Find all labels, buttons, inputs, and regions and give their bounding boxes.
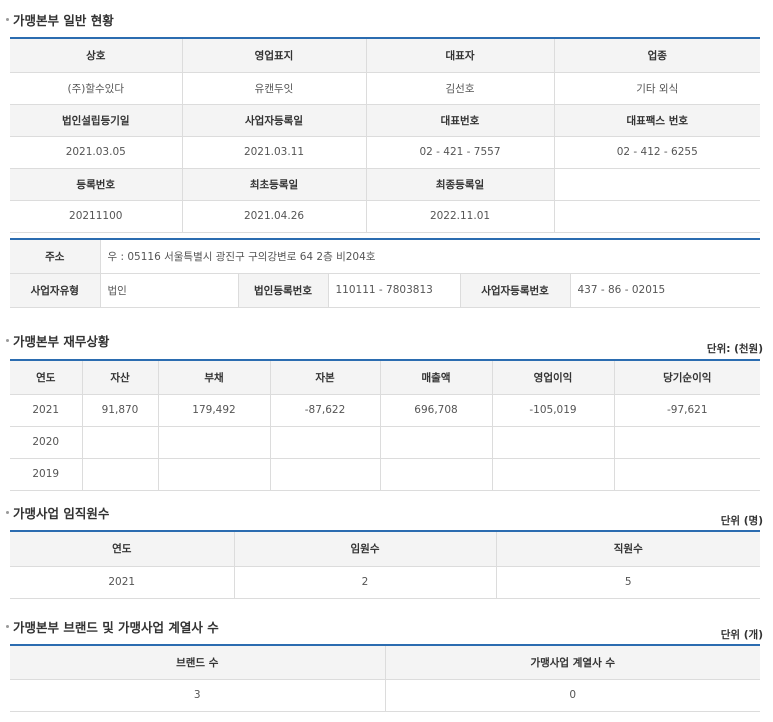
fin-cell: -87,622: [270, 394, 381, 427]
empty-value: [554, 200, 760, 233]
address-value: 우 : 05116 서울특별시 광진구 구의강변로 64 2층 비204호: [100, 239, 761, 274]
employees-table: 연도 임원수 직원수 2021 2 5: [10, 530, 760, 599]
fin-cell: 2020: [10, 426, 83, 459]
emp-header-year: 연도: [10, 531, 235, 567]
corp-reg-value: 110111 - 7803813: [328, 273, 461, 308]
header-phone: 대표번호: [366, 104, 555, 137]
brands-title: 가맹본부 브랜드 및 가맹사업 계열사 수: [6, 617, 219, 636]
table-row: 2020: [10, 426, 760, 459]
fin-header-equity: 자본: [270, 360, 381, 395]
brand-count-value: 3: [10, 679, 386, 712]
biz-reg-date-value: 2021.03.11: [182, 136, 367, 169]
biz-type-value: 법인: [100, 273, 239, 308]
employees-title-text: 가맹사업 임직원수: [13, 506, 110, 521]
header-empty: [554, 168, 760, 201]
affiliate-count-value: 0: [385, 679, 760, 712]
header-incorporation-date: 법인설립등기일: [10, 104, 183, 137]
company-value: (주)할수있다: [10, 72, 183, 105]
fin-cell: [158, 426, 271, 459]
incorporation-date-value: 2021.03.05: [10, 136, 183, 169]
emp-staff-value: 5: [496, 566, 760, 599]
fin-cell: [158, 458, 271, 491]
fin-header-net-income: 당기순이익: [614, 360, 760, 395]
bullet-icon: [6, 339, 9, 342]
financial-table: 연도 자산 부채 자본 매출액 영업이익 당기순이익 2021 91,870 1…: [10, 359, 760, 491]
fin-header-year: 연도: [10, 360, 83, 395]
header-fax: 대표팩스 번호: [554, 104, 760, 137]
brands-table: 브랜드 수 가맹사업 계열사 수 3 0: [10, 644, 760, 712]
header-industry: 업종: [554, 38, 760, 73]
corp-reg-label: 법인등록번호: [238, 273, 329, 308]
address-label: 주소: [10, 239, 101, 274]
brands-unit: 단위 (개): [720, 629, 763, 641]
emp-header-executives: 임원수: [234, 531, 497, 567]
affiliate-count-header: 가맹사업 계열사 수: [385, 645, 760, 680]
brand-mark-value: 유캔두잇: [182, 72, 367, 105]
header-first-reg-date: 최초등록일: [182, 168, 367, 201]
employees-title: 가맹사업 임직원수: [6, 503, 109, 522]
header-representative: 대표자: [366, 38, 555, 73]
registration-no-value: 20211100: [10, 200, 183, 233]
fin-header-assets: 자산: [82, 360, 159, 395]
header-registration-no: 등록번호: [10, 168, 183, 201]
fin-header-revenue: 매출액: [380, 360, 493, 395]
fin-cell: -105,019: [492, 394, 615, 427]
header-biz-reg-date: 사업자등록일: [182, 104, 367, 137]
fin-cell: [82, 458, 159, 491]
fin-cell: [82, 426, 159, 459]
brands-title-text: 가맹본부 브랜드 및 가맹사업 계열사 수: [13, 620, 219, 635]
fin-cell: 91,870: [82, 394, 159, 427]
fax-value: 02 - 412 - 6255: [554, 136, 760, 169]
fin-cell: [380, 426, 493, 459]
representative-value: 김선호: [366, 72, 555, 105]
general-status-title-text: 가맹본부 일반 현황: [13, 13, 114, 28]
general-status-table: 상호 영업표지 대표자 업종 (주)할수있다 유캔두잇 김선호 기타 외식 법인…: [10, 37, 760, 233]
brand-count-header: 브랜드 수: [10, 645, 386, 680]
table-row: 2021 91,870 179,492 -87,622 696,708 -105…: [10, 394, 760, 427]
industry-value: 기타 외식: [554, 72, 760, 105]
table-row: 2021 2 5: [10, 566, 760, 599]
fin-cell: [380, 458, 493, 491]
financial-title-text: 가맹본부 재무상황: [13, 334, 110, 349]
fin-cell: -97,621: [614, 394, 760, 427]
address-table: 주소 우 : 05116 서울특별시 광진구 구의강변로 64 2층 비204호…: [10, 238, 761, 308]
financial-title: 가맹본부 재무상황: [6, 331, 109, 350]
fin-cell: [614, 458, 760, 491]
header-last-reg-date: 최종등록일: [366, 168, 555, 201]
biz-reg-value: 437 - 86 - 02015: [570, 273, 761, 308]
employees-unit: 단위 (명): [720, 515, 763, 527]
fin-header-liabilities: 부채: [158, 360, 271, 395]
phone-value: 02 - 421 - 7557: [366, 136, 555, 169]
bullet-icon: [6, 625, 9, 628]
emp-year-value: 2021: [10, 566, 235, 599]
fin-cell: 696,708: [380, 394, 493, 427]
financial-unit: 단위: (천원): [706, 343, 763, 355]
fin-cell: [270, 458, 381, 491]
fin-cell: 2021: [10, 394, 83, 427]
biz-type-label: 사업자유형: [10, 273, 101, 308]
last-reg-date-value: 2022.11.01: [366, 200, 555, 233]
fin-cell: [614, 426, 760, 459]
bullet-icon: [6, 18, 9, 21]
header-brand-mark: 영업표지: [182, 38, 367, 73]
fin-cell: [270, 426, 381, 459]
emp-executives-value: 2: [234, 566, 497, 599]
fin-cell: [492, 458, 615, 491]
table-row: 2019: [10, 458, 760, 491]
bullet-icon: [6, 511, 9, 514]
general-status-title: 가맹본부 일반 현황: [6, 10, 114, 29]
fin-header-operating-profit: 영업이익: [492, 360, 615, 395]
header-company: 상호: [10, 38, 183, 73]
fin-cell: [492, 426, 615, 459]
fin-cell: 2019: [10, 458, 83, 491]
fin-cell: 179,492: [158, 394, 271, 427]
first-reg-date-value: 2021.04.26: [182, 200, 367, 233]
emp-header-staff: 직원수: [496, 531, 760, 567]
table-row: 3 0: [10, 679, 760, 712]
biz-reg-label: 사업자등록번호: [460, 273, 571, 308]
